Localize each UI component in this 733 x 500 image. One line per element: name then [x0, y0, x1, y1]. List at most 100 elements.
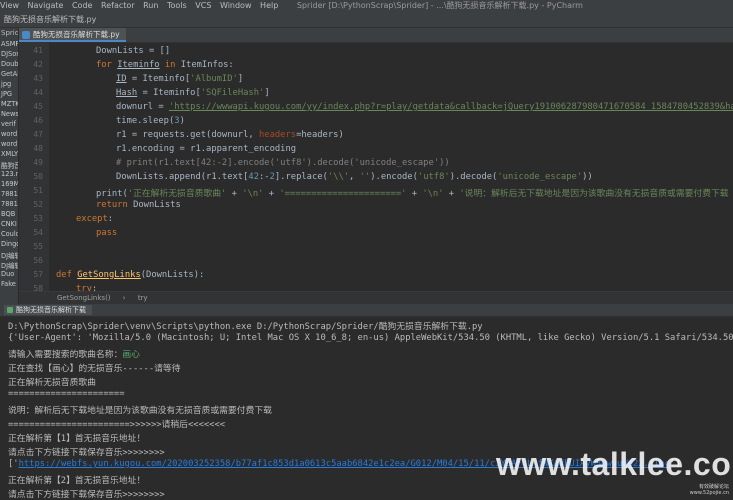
project-item[interactable]: 7881	[1, 200, 18, 208]
site-stamp: 有效破解论坛 www.52pojie.cn	[689, 484, 729, 496]
line-number: 48	[33, 144, 43, 153]
nav-file-tab[interactable]: 酷狗无损音乐解析下载.py	[4, 14, 96, 25]
project-item[interactable]: JPG	[1, 90, 12, 98]
line-number: 51	[33, 186, 43, 195]
code-line: try:	[76, 284, 98, 291]
console-line: 正在解析第【1】首无损音乐地址！	[8, 434, 146, 444]
run-tool-tabs: 酷狗无损音乐解析下载	[0, 304, 733, 317]
menu-code[interactable]: Code	[72, 1, 92, 10]
console-line: 正在解析第【2】首无损音乐地址！	[8, 476, 146, 486]
console-line: 正在查找【画心】的无损音乐------请等待	[8, 364, 181, 374]
code-line: pass	[96, 228, 118, 238]
line-number: 41	[33, 46, 43, 55]
project-item[interactable]: News	[1, 110, 18, 118]
python-file-icon	[22, 31, 30, 39]
project-item[interactable]: verif	[1, 120, 16, 128]
code-line: r1 = requests.get(downurl, headers=heade…	[116, 130, 344, 140]
line-number: 42	[33, 60, 43, 69]
line-number: 50	[33, 172, 43, 181]
line-number: 49	[33, 158, 43, 167]
code-line: DownLists = []	[96, 46, 171, 56]
menu-run[interactable]: Run	[143, 1, 158, 10]
project-item[interactable]: Doub	[1, 60, 18, 68]
console-line: 请点击下方链接下载保存音乐>>>>>>>>	[8, 448, 165, 458]
line-number: 46	[33, 116, 43, 125]
project-item[interactable]: MZTK	[1, 100, 18, 108]
code-line: def GetSongLinks(DownLists):	[56, 270, 205, 280]
project-item[interactable]: Dingd	[1, 240, 18, 248]
project-item[interactable]: word	[1, 130, 17, 138]
project-item[interactable]: jpg	[1, 80, 11, 88]
run-tab[interactable]: 酷狗无损音乐解析下载	[4, 305, 92, 315]
console-line: ======================	[8, 389, 125, 399]
project-item[interactable]: word	[1, 140, 17, 148]
run-tab-label: 酷狗无损音乐解析下载	[16, 306, 86, 314]
code-line: for Iteminfo in ItemInfos:	[96, 60, 234, 70]
project-item[interactable]: ASMR	[1, 40, 18, 48]
menu-vcs[interactable]: VCS	[195, 1, 211, 10]
code-line: return DownLists	[96, 200, 181, 210]
line-number: 44	[33, 88, 43, 97]
menu-help[interactable]: Help	[260, 1, 278, 10]
menu-window[interactable]: Window	[220, 1, 252, 10]
console-line: {'User-Agent': 'Mozilla/5.0 (Macintosh; …	[8, 333, 733, 343]
project-root[interactable]: Sprider	[1, 29, 18, 37]
menu-bar: View Navigate Code Refactor Run Tools VC…	[0, 0, 733, 12]
run-config-icon	[7, 307, 13, 313]
code-comment: # print(r1.text[42:-2].encode('utf8').de…	[116, 158, 450, 168]
project-item[interactable]: DJSor	[1, 50, 18, 58]
console-user-input: 画心	[122, 350, 140, 360]
editor-tabs: 酷狗无损音乐解析下载.py	[19, 28, 733, 43]
project-item[interactable]: 169M	[1, 180, 18, 188]
breadcrumb-function[interactable]: GetSongLinks()	[57, 294, 111, 302]
project-item[interactable]: 7881	[1, 190, 18, 198]
line-number: 43	[33, 74, 43, 83]
line-number-gutter: 41 42 43 44 45 46 47 48 49 50 51 52 53 5…	[19, 43, 49, 293]
line-number: 56	[33, 256, 43, 265]
menu-tools[interactable]: Tools	[167, 1, 187, 10]
window-title: Sprider [D:\PythonScrap\Sprider] - ...\酷…	[296, 1, 583, 10]
menu-view[interactable]: View	[0, 1, 19, 10]
menu-refactor[interactable]: Refactor	[101, 1, 135, 10]
code-line: print('正在解析无损音质歌曲' + '\n' + '===========…	[96, 189, 729, 199]
project-item[interactable]: 酷狗音	[1, 160, 18, 170]
line-number: 54	[33, 228, 43, 237]
project-sidebar: Sprider ASMR DJSor Doub GetAl jpg JPG MZ…	[0, 28, 19, 306]
project-item[interactable]: CNKI	[1, 220, 17, 228]
line-number: 52	[33, 200, 43, 209]
project-item[interactable]: DJ编辑	[1, 250, 18, 260]
editor-tab-active[interactable]: 酷狗无损音乐解析下载.py	[19, 28, 126, 42]
line-number: 53	[33, 214, 43, 223]
menu-navigate[interactable]: Navigate	[28, 1, 64, 10]
navigation-bar: 酷狗无损音乐解析下载.py	[0, 12, 733, 28]
code-line: ID = Iteminfo['AlbumID']	[116, 74, 244, 84]
line-number: 47	[33, 130, 43, 139]
code-line: Hash = Iteminfo['SQFileHash']	[116, 88, 270, 98]
code-line: r1.encoding = r1.apparent_encoding	[116, 144, 297, 154]
code-line: DownLists.append(r1.text[42:-2].replace(…	[116, 172, 593, 182]
console-line: 正在解析无损音质歌曲	[8, 378, 96, 388]
console-line: 说明：解析后无下载地址是因为该歌曲没有无损音质或需要付费下载	[8, 406, 272, 416]
project-item[interactable]: Fake	[1, 280, 16, 288]
project-item[interactable]: Could	[1, 230, 18, 238]
console-line: =======================>>>>>>请稍后<<<<<<<	[8, 420, 226, 430]
line-number: 45	[33, 102, 43, 111]
code-line: except:	[76, 214, 114, 224]
code-line: time.sleep(3)	[116, 116, 185, 126]
console-line: 请输入需要搜索的歌曲名称：画心	[8, 350, 140, 360]
editor-tab-label: 酷狗无损音乐解析下载.py	[33, 30, 120, 39]
console-line: 请点击下方链接下载保存音乐>>>>>>>>	[8, 490, 165, 500]
project-item[interactable]: BQB	[1, 210, 15, 218]
project-item[interactable]: 123.n	[1, 170, 18, 178]
code-line: downurl = 'https://wwwapi.kugou.com/yy/i…	[116, 102, 733, 112]
project-item[interactable]: XMLY	[1, 150, 18, 158]
console-line: D:\PythonScrap\Sprider\venv\Scripts\pyth…	[8, 322, 483, 332]
breadcrumb: GetSongLinks() › try	[19, 291, 733, 305]
project-item[interactable]: GetAl	[1, 70, 18, 78]
breadcrumb-block[interactable]: try	[138, 294, 148, 302]
watermark: www.talklee.com	[496, 446, 733, 482]
project-item[interactable]: DJ编辑	[1, 260, 18, 270]
line-number: 55	[33, 242, 43, 251]
project-item[interactable]: Duo	[1, 270, 14, 278]
code-editor[interactable]: DownLists = [] for Iteminfo in ItemInfos…	[49, 43, 733, 291]
